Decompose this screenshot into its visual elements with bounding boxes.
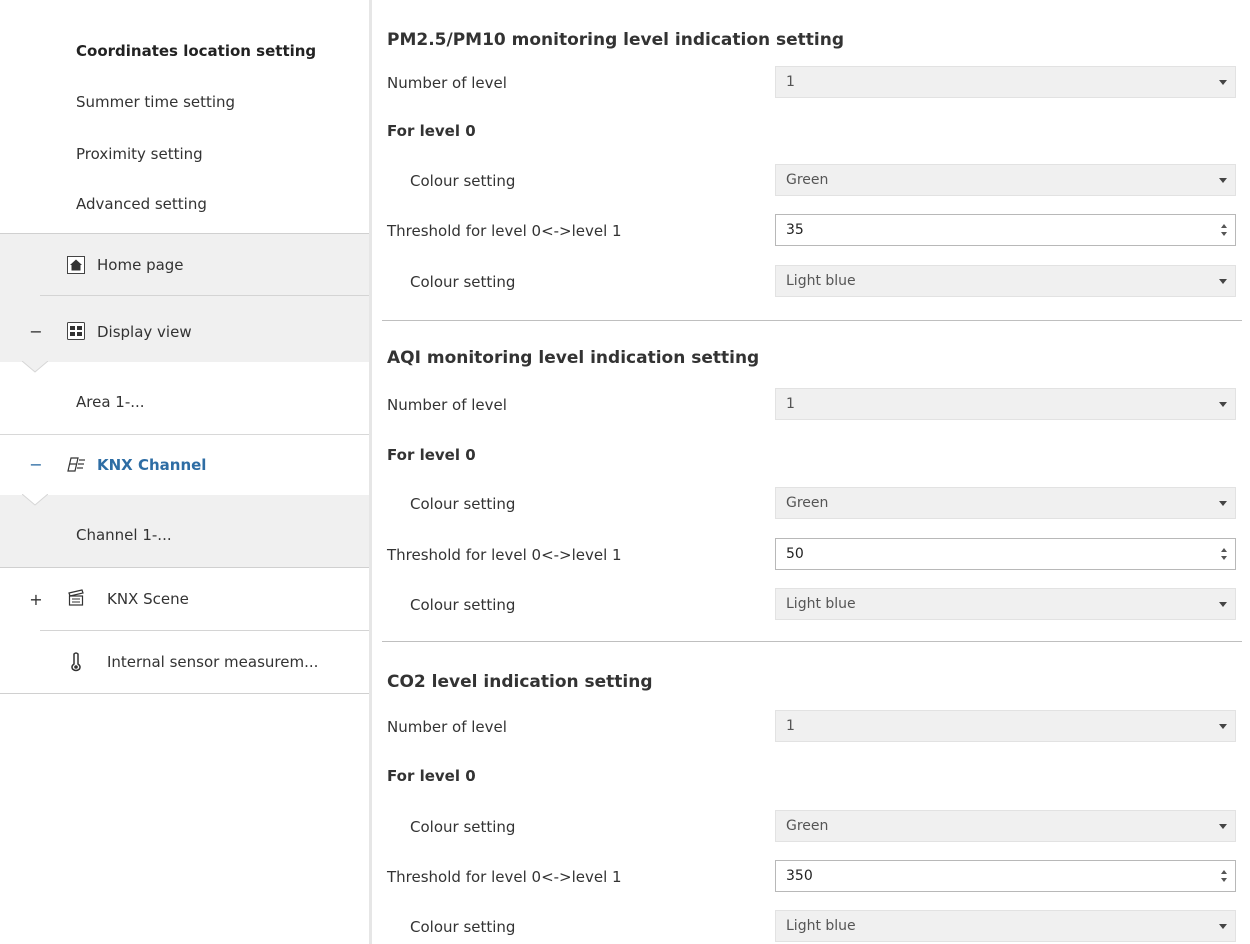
sidebar-item-internal-sensor[interactable]: Internal sensor measurem... (107, 653, 318, 671)
sidebar-item-display-view[interactable]: Display view (97, 323, 192, 341)
thermometer-icon (69, 652, 87, 672)
scene-clapper-icon (67, 589, 85, 607)
select-value: Light blue (786, 273, 856, 289)
expand-knx-scene-icon[interactable]: + (29, 590, 43, 609)
parameter-panel: PM2.5/PM10 monitoring level indication s… (372, 0, 1250, 944)
increment-arrow-icon[interactable] (1221, 224, 1227, 228)
dropdown-arrow-icon (1219, 178, 1227, 183)
co2-number-of-level-select[interactable]: 1 (775, 710, 1236, 742)
sidebar-item-home-page[interactable]: Home page (97, 256, 184, 274)
threshold-label: Threshold for level 0<->level 1 (387, 222, 622, 240)
section-title-aqi: AQI monitoring level indication setting (387, 348, 760, 368)
number-of-level-label: Number of level (387, 718, 507, 736)
threshold-label: Threshold for level 0<->level 1 (387, 546, 622, 564)
sidebar-item-proximity[interactable]: Proximity setting (76, 145, 203, 163)
stepper-value: 50 (786, 546, 804, 562)
knx-channel-icon (66, 455, 85, 473)
number-of-level-label: Number of level (387, 396, 507, 414)
decrement-arrow-icon[interactable] (1221, 232, 1227, 236)
decrement-arrow-icon[interactable] (1221, 878, 1227, 882)
sidebar-notch (22, 361, 48, 373)
sidebar-subpanel (0, 495, 369, 567)
sidebar-item-summer-time[interactable]: Summer time setting (76, 93, 235, 111)
aqi-threshold-stepper[interactable]: 50 (775, 538, 1236, 570)
stepper-value: 35 (786, 222, 804, 238)
dropdown-arrow-icon (1219, 501, 1227, 506)
section-title-pm: PM2.5/PM10 monitoring level indication s… (387, 30, 845, 50)
sidebar-subpanel (0, 362, 369, 434)
collapse-knx-channel-icon[interactable]: − (29, 455, 43, 474)
co2-threshold-stepper[interactable]: 350 (775, 860, 1236, 892)
colour-setting-label: Colour setting (410, 172, 516, 190)
sidebar-divider (0, 567, 369, 568)
colour-setting-label: Colour setting (410, 596, 516, 614)
home-icon (67, 256, 85, 274)
sidebar-item-knx-channel[interactable]: KNX Channel (97, 456, 206, 474)
select-value: Light blue (786, 918, 856, 934)
threshold-label: Threshold for level 0<->level 1 (387, 868, 622, 886)
sidebar-item-channel-1[interactable]: Channel 1-... (76, 526, 172, 544)
aqi-number-of-level-select[interactable]: 1 (775, 388, 1236, 420)
pm-number-of-level-select[interactable]: 1 (775, 66, 1236, 98)
sidebar-item-advanced[interactable]: Advanced setting (76, 195, 207, 213)
colour-setting-label: Colour setting (410, 273, 516, 291)
for-level-0-title: For level 0 (387, 446, 476, 464)
select-value: Green (786, 172, 829, 188)
pm-level-0-colour-select[interactable]: Green (775, 164, 1236, 196)
number-of-level-label: Number of level (387, 74, 507, 92)
dropdown-arrow-icon (1219, 924, 1227, 929)
display-view-icon (67, 322, 85, 340)
dropdown-arrow-icon (1219, 824, 1227, 829)
select-value: Green (786, 818, 829, 834)
colour-setting-label: Colour setting (410, 495, 516, 513)
aqi-level-1-colour-select[interactable]: Light blue (775, 588, 1236, 620)
co2-level-0-colour-select[interactable]: Green (775, 810, 1236, 842)
sidebar-divider (40, 630, 369, 631)
sidebar-item-area-1[interactable]: Area 1-... (76, 393, 145, 411)
sidebar-item-knx-scene[interactable]: KNX Scene (107, 590, 189, 608)
for-level-0-title: For level 0 (387, 767, 476, 785)
section-divider (382, 641, 1242, 642)
sidebar-group-band (0, 233, 369, 362)
colour-setting-label: Colour setting (410, 918, 516, 936)
collapse-display-view-icon[interactable]: − (29, 322, 43, 341)
colour-setting-label: Colour setting (410, 818, 516, 836)
sidebar-item-coordinates-location[interactable]: Coordinates location setting (76, 42, 316, 60)
sidebar-divider (40, 295, 369, 296)
co2-level-1-colour-select[interactable]: Light blue (775, 910, 1236, 942)
decrement-arrow-icon[interactable] (1221, 556, 1227, 560)
stepper-value: 350 (786, 868, 813, 884)
sidebar-divider (0, 693, 369, 694)
sidebar-divider (0, 233, 369, 234)
select-value: 1 (786, 74, 795, 90)
dropdown-arrow-icon (1219, 602, 1227, 607)
section-divider (382, 320, 1242, 321)
increment-arrow-icon[interactable] (1221, 870, 1227, 874)
aqi-level-0-colour-select[interactable]: Green (775, 487, 1236, 519)
section-title-co2: CO2 level indication setting (387, 672, 653, 692)
sidebar: Coordinates location setting Summer time… (0, 0, 369, 944)
sidebar-divider (0, 434, 369, 435)
increment-arrow-icon[interactable] (1221, 548, 1227, 552)
for-level-0-title: For level 0 (387, 122, 476, 140)
sidebar-cutoff-item (0, 0, 369, 8)
dropdown-arrow-icon (1219, 80, 1227, 85)
select-value: Green (786, 495, 829, 511)
pm-level-1-colour-select[interactable]: Light blue (775, 265, 1236, 297)
select-value: 1 (786, 718, 795, 734)
dropdown-arrow-icon (1219, 402, 1227, 407)
pm-threshold-stepper[interactable]: 35 (775, 214, 1236, 246)
dropdown-arrow-icon (1219, 279, 1227, 284)
select-value: Light blue (786, 596, 856, 612)
dropdown-arrow-icon (1219, 724, 1227, 729)
sidebar-notch (22, 494, 48, 506)
select-value: 1 (786, 396, 795, 412)
